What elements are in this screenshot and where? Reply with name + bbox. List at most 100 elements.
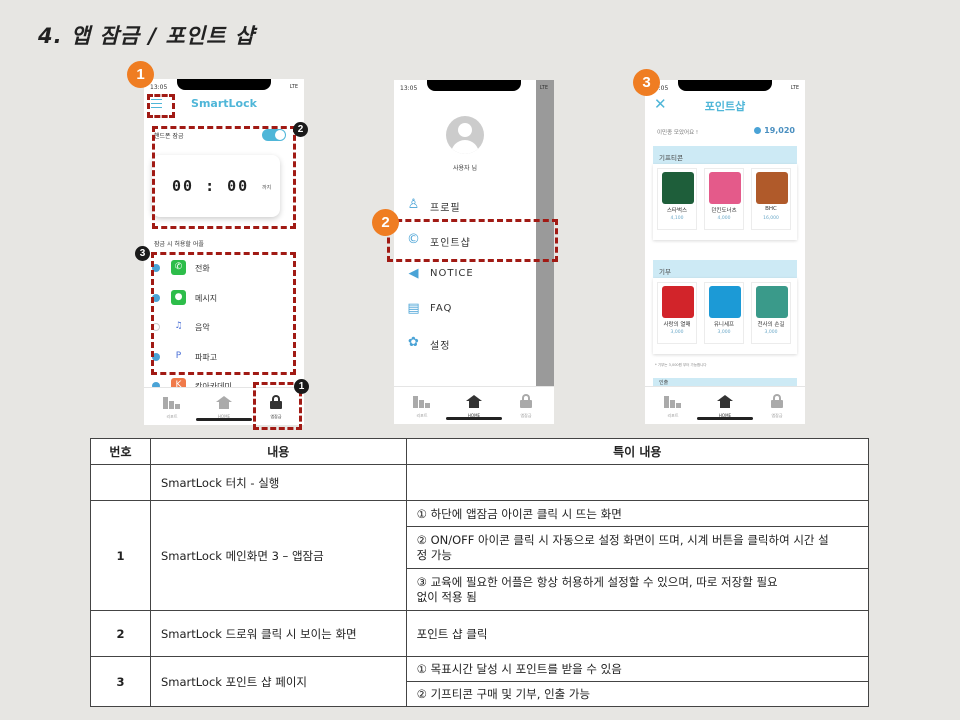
signal-indicator: LTE	[790, 85, 799, 91]
coin-icon	[754, 127, 762, 134]
points-balance: 19,020	[754, 126, 795, 135]
tab-report-label: 리포트	[166, 414, 178, 419]
product-image	[709, 286, 741, 318]
product-name: 사랑의 열매	[663, 322, 691, 328]
product-card[interactable]: 사랑의 열매 3,000	[657, 282, 697, 344]
megaphone-icon: ◀	[408, 266, 419, 281]
donation-list: 사랑의 열매 3,000 유니세프 3,000 천사의 손길 3,000	[653, 278, 797, 354]
points-value: 19,020	[764, 126, 795, 135]
home-indicator	[446, 417, 502, 420]
row-note: ① 목표시간 달성 시 포인트를 받을 수 있음	[405, 656, 870, 682]
bar-chart-icon	[163, 397, 181, 409]
sub-marker-3: 3	[135, 246, 150, 261]
product-name: 유니세프	[713, 322, 735, 328]
product-price: 16,000	[763, 216, 779, 221]
drawer-item-label: FAQ	[430, 302, 453, 314]
tab-home[interactable]: HOME	[454, 393, 494, 418]
product-card[interactable]: BHC 16,000	[751, 168, 791, 230]
lock-icon	[771, 394, 783, 408]
highlight-menu	[147, 94, 175, 118]
drawer-item[interactable]: ♙ 프로필	[406, 196, 526, 214]
sub-marker-2: 2	[293, 122, 308, 137]
signal-indicator: LTE	[539, 85, 548, 91]
drawer-item[interactable]: ▤ FAQ	[406, 300, 526, 318]
tab-report[interactable]: 리포트	[152, 394, 192, 420]
drawer-item[interactable]: ◀ NOTICE	[406, 265, 526, 283]
tab-report[interactable]: 리포트	[653, 393, 693, 419]
row-number: 3	[90, 656, 151, 707]
donation-note: * 기부는 3,000원 부터 가능합니다	[655, 363, 707, 367]
header-content: 내용	[149, 438, 407, 465]
bar-chart-icon	[664, 396, 682, 408]
tab-report-label: 리포트	[416, 413, 428, 418]
signal-indicator: LTE	[289, 84, 298, 90]
row-number: 1	[90, 500, 151, 611]
home-icon	[466, 395, 482, 408]
product-image	[756, 286, 788, 318]
row-content: SmartLock 터치 - 실행	[149, 464, 407, 501]
tab-report[interactable]: 리포트	[402, 393, 442, 419]
tab-home[interactable]: HOME	[705, 393, 745, 418]
allowed-apps-header: 잠금 시 허용할 어플	[154, 241, 204, 248]
withdraw-section-header: 인출	[653, 378, 797, 386]
drawer-item-label: NOTICE	[430, 268, 474, 279]
tab-app-lock[interactable]: 앱잠금	[757, 393, 797, 419]
row-note: ① 하단에 앱잠금 아이콘 클릭 시 뜨는 화면	[405, 500, 870, 527]
product-card[interactable]: 천사의 손길 3,000	[751, 282, 791, 344]
table-row: SmartLock 터치 - 실행	[90, 464, 870, 501]
table-header-row: 번호 내용 특이 내용	[90, 438, 870, 465]
giftcon-list: 스타벅스 4,100 던킨도너츠 4,000 BHC 16,000	[653, 164, 797, 240]
step-marker-3: 3	[633, 69, 660, 96]
highlight-point-shop	[387, 219, 558, 262]
giftcon-section-header: 기프티콘	[653, 146, 797, 164]
spec-table: 번호 내용 특이 내용 SmartLock 터치 - 실행 1 SmartLoc…	[90, 438, 870, 707]
home-icon	[717, 395, 733, 408]
highlight-apps	[151, 252, 296, 375]
points-subtitle: 이민종 모았어요 !	[657, 130, 699, 136]
row-note	[405, 464, 870, 501]
drawer-item[interactable]: ✿ 설정	[406, 334, 526, 352]
header-number: 번호	[90, 438, 151, 465]
sub-marker-1: 1	[294, 379, 309, 394]
donation-section-header: 기부	[653, 260, 797, 278]
faq-icon: ▤	[407, 300, 420, 316]
home-icon	[216, 396, 232, 409]
slide-title: 4. 앱 잠금 / 포인트 샵	[38, 24, 256, 48]
row-number: 2	[90, 610, 151, 657]
status-bar: 13:05 LTE	[645, 80, 805, 96]
home-indicator	[697, 417, 753, 420]
product-card[interactable]: 던킨도너츠 4,000	[704, 168, 744, 230]
product-price: 3,000	[764, 330, 778, 335]
status-bar: 13:05 LTE	[394, 80, 554, 96]
user-avatar[interactable]	[446, 116, 484, 154]
gear-icon: ✿	[408, 335, 419, 350]
product-price: 3,000	[670, 330, 684, 335]
tab-report-label: 리포트	[667, 413, 679, 418]
tab-app-lock-label: 앱잠금	[520, 413, 532, 418]
row-note: ③ 교육에 필요한 어플은 항상 허용하게 설정할 수 있으며, 따로 저장할 …	[405, 568, 870, 611]
product-card[interactable]: 유니세프 3,000	[704, 282, 744, 344]
product-name: BHC	[765, 206, 777, 212]
highlight-timer	[152, 126, 296, 229]
row-content: SmartLock 포인트 샵 페이지	[149, 656, 407, 707]
product-image	[709, 172, 741, 204]
tab-home[interactable]: HOME	[204, 394, 244, 419]
product-price: 4,000	[717, 216, 731, 221]
product-card[interactable]: 스타벅스 4,100	[657, 168, 697, 230]
phone-point-shop-screen: 13:05 LTE ✕ 포인트샵 이민종 모았어요 ! 19,020 기프티콘 …	[645, 80, 805, 424]
tab-app-lock[interactable]: 앱잠금	[506, 393, 546, 419]
user-name: 사용자 님	[453, 165, 477, 172]
header-note: 특이 내용	[405, 438, 870, 465]
point-shop-title: 포인트샵	[704, 100, 746, 113]
home-indicator	[196, 418, 252, 421]
tab-app-lock-label: 앱잠금	[771, 413, 783, 418]
status-time: 13:05	[400, 85, 418, 92]
status-time: 13:05	[150, 84, 168, 91]
bar-chart-icon	[413, 396, 431, 408]
row-note: 포인트 샵 클릭	[405, 610, 870, 657]
product-name: 던킨도너츠	[711, 208, 737, 214]
table-row: 3 SmartLock 포인트 샵 페이지 ① 목표시간 달성 시 포인트를 받…	[90, 656, 870, 707]
table-row: 1 SmartLock 메인화면 3 – 앱잠금 ① 하단에 앱잠금 아이콘 클…	[90, 500, 870, 611]
step-marker-1: 1	[127, 61, 154, 88]
product-image	[756, 172, 788, 204]
